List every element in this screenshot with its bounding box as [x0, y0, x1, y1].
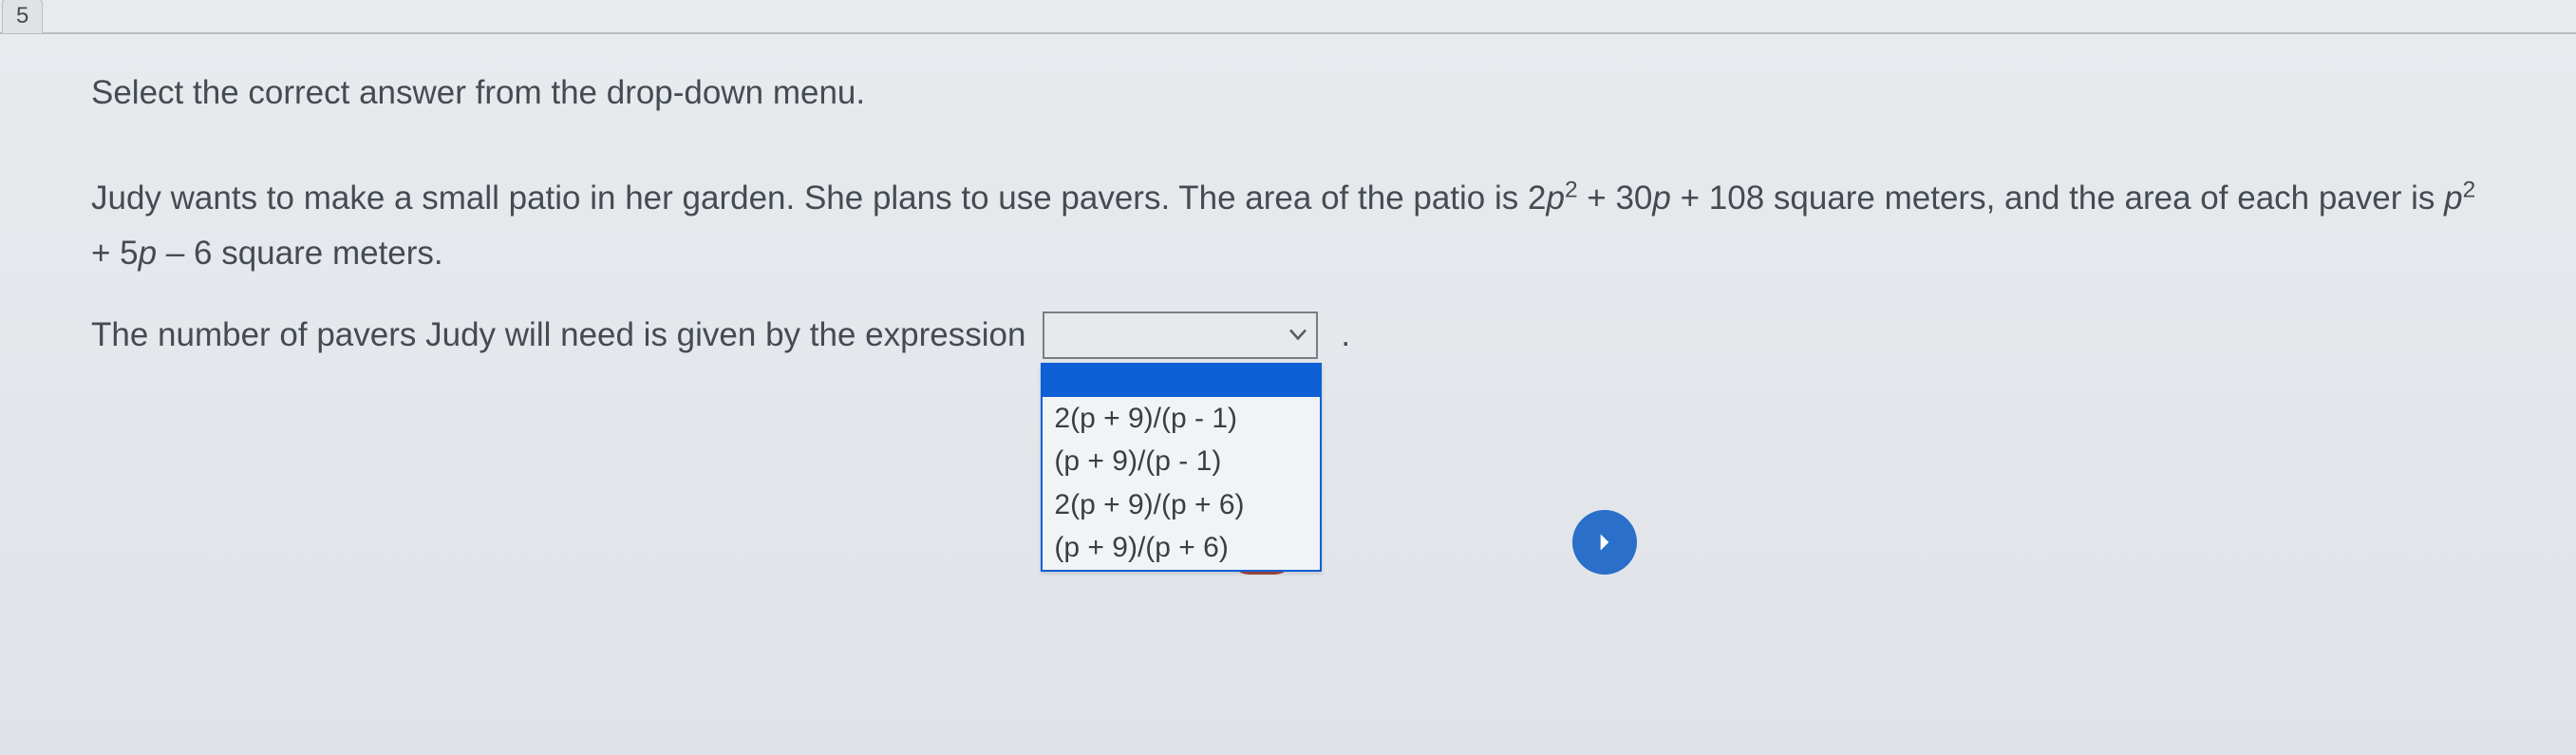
answer-dropdown[interactable] [1043, 311, 1318, 359]
problem-part4: + 5 [91, 235, 139, 272]
top-divider: 5 [0, 0, 2576, 34]
sentence-period: . [1341, 316, 1350, 354]
dropdown-option-4[interactable]: (p + 9)/(p + 6) [1043, 526, 1320, 570]
exponent-2: 2 [2463, 177, 2476, 202]
dropdown-container: 2(p + 9)/(p - 1) (p + 9)/(p - 1) 2(p + 9… [1043, 311, 1318, 359]
problem-part3: + 108 square meters, and the area of eac… [1671, 179, 2444, 217]
problem-statement: Judy wants to make a small patio in her … [91, 171, 2485, 281]
question-number-tab: 5 [2, 0, 43, 34]
dropdown-option-blank[interactable] [1043, 365, 1320, 397]
dropdown-options-panel: 2(p + 9)/(p - 1) (p + 9)/(p - 1) 2(p + 9… [1041, 363, 1322, 572]
answer-line: The number of pavers Judy will need is g… [91, 311, 2485, 359]
question-content: Select the correct answer from the drop-… [0, 0, 2576, 359]
dropdown-option-2[interactable]: (p + 9)/(p - 1) [1043, 440, 1320, 483]
exponent-1: 2 [1565, 177, 1578, 202]
answer-prompt: The number of pavers Judy will need is g… [91, 316, 1025, 354]
problem-part1: Judy wants to make a small patio in her … [91, 179, 1546, 217]
variable-p-3: p [2444, 179, 2462, 217]
dropdown-option-3[interactable]: 2(p + 9)/(p + 6) [1043, 483, 1320, 527]
problem-part5: – 6 square meters. [157, 235, 443, 272]
chevron-right-icon [1592, 530, 1617, 555]
variable-p-2: p [1652, 179, 1670, 217]
variable-p-1: p [1546, 179, 1564, 217]
variable-p-4: p [139, 235, 157, 272]
dropdown-option-1[interactable]: 2(p + 9)/(p - 1) [1043, 397, 1320, 441]
next-button[interactable] [1572, 510, 1637, 575]
problem-part2: + 30 [1578, 179, 1653, 217]
instruction-text: Select the correct answer from the drop-… [91, 74, 2485, 112]
